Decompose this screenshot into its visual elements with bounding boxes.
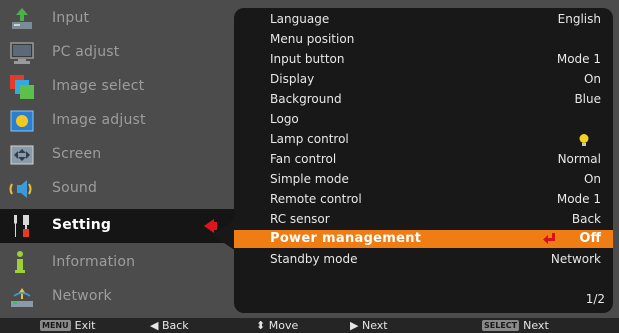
main-menu: Input PC adjust Image select Image adjus… (0, 0, 234, 320)
setting-row-standby-mode[interactable]: Standby mode Network (234, 250, 613, 270)
menu-item-label: Input (52, 10, 90, 26)
setting-label: Lamp control (270, 132, 349, 146)
hint-label: Back (161, 319, 189, 332)
setting-value: Mode 1 (556, 192, 601, 206)
screen-icon (10, 145, 34, 165)
menu-key-icon: MENU (40, 320, 71, 331)
panel-pointer (212, 219, 236, 251)
menu-item-image-select[interactable]: Image select (0, 70, 234, 104)
setting-row-remote-control[interactable]: Remote control Mode 1 (234, 190, 613, 210)
menu-item-input[interactable]: Input (0, 2, 234, 36)
setting-value: Normal (557, 152, 601, 166)
setting-row-power-management[interactable]: Power management Off (234, 230, 613, 248)
network-icon (11, 288, 33, 307)
setting-panel: Language English Menu position Input but… (234, 8, 613, 313)
hint-label: Move (268, 319, 299, 332)
hint-label: Next (523, 319, 549, 332)
menu-item-label: Sound (52, 180, 98, 196)
image-select-icon (10, 75, 34, 99)
setting-value: Back (571, 212, 601, 226)
enter-arrow-icon (543, 233, 555, 244)
menu-item-label: Screen (52, 146, 102, 162)
menu-item-setting[interactable]: Setting (0, 209, 234, 243)
hint-label: Exit (74, 319, 96, 332)
menu-item-label: Image select (52, 78, 145, 94)
setting-label: Standby mode (270, 252, 358, 266)
hint-exit: MENU Exit (40, 319, 95, 332)
setting-row-simple-mode[interactable]: Simple mode On (234, 170, 613, 190)
setting-label: Remote control (270, 192, 362, 206)
image-adjust-icon (10, 110, 34, 132)
setting-row-background[interactable]: Background Blue (234, 90, 613, 110)
setting-label: Background (270, 92, 342, 106)
setting-label: Input button (270, 52, 345, 66)
hint-move: ⬍ Move (256, 319, 298, 332)
setting-row-menu-position[interactable]: Menu position (234, 30, 613, 50)
select-key-icon: SELECT (482, 320, 520, 331)
setting-label: Language (270, 12, 330, 26)
hint-label: Next (361, 319, 388, 332)
setting-label: Fan control (270, 152, 337, 166)
setting-row-lamp-control[interactable]: Lamp control (234, 130, 613, 150)
setting-value: English (557, 12, 601, 26)
hint-back: ◀ Back (150, 319, 189, 332)
setting-value: Network (550, 252, 601, 266)
page-indicator: 1/2 (585, 292, 605, 306)
menu-item-label: PC adjust (52, 44, 120, 60)
menu-item-label: Setting (52, 217, 112, 233)
menu-item-label: Information (52, 254, 136, 270)
input-icon (12, 8, 32, 29)
up-down-arrow-icon: ⬍ (256, 319, 266, 332)
hint-select: SELECT Next (482, 319, 549, 332)
lamp-bulb-icon (579, 134, 589, 146)
setting-row-language[interactable]: Language English (234, 10, 613, 30)
information-icon (15, 251, 25, 273)
setting-row-rc-sensor[interactable]: RC sensor Back (234, 210, 613, 230)
pc-adjust-icon (10, 42, 34, 64)
left-arrow-icon: ◀ (150, 319, 159, 332)
menu-item-information[interactable]: Information (0, 246, 234, 280)
menu-item-screen[interactable]: Screen (0, 138, 234, 172)
menu-item-label: Network (52, 288, 112, 304)
setting-row-input-button[interactable]: Input button Mode 1 (234, 50, 613, 70)
setting-row-display[interactable]: Display On (234, 70, 613, 90)
setting-label: Power management (270, 231, 422, 246)
setting-row-logo[interactable]: Logo (234, 110, 613, 130)
right-arrow-icon: ▶ (350, 319, 359, 332)
setting-value: Off (579, 231, 601, 246)
setting-label: Menu position (270, 32, 355, 46)
setting-label: Logo (270, 112, 299, 126)
osd-menu: Input PC adjust Image select Image adjus… (0, 0, 619, 320)
sound-icon (9, 180, 32, 198)
setting-label: RC sensor (270, 212, 330, 226)
menu-item-image-adjust[interactable]: Image adjust (0, 104, 234, 138)
setting-label: Display (270, 72, 315, 86)
setting-value: On (583, 72, 601, 86)
setting-value: Blue (574, 92, 601, 106)
guide-bar: MENU Exit ◀ Back ⬍ Move ▶ Next SELECT Next (0, 318, 619, 333)
setting-icon (14, 215, 29, 237)
menu-item-label: Image adjust (52, 112, 146, 128)
menu-item-sound[interactable]: Sound (0, 172, 234, 206)
menu-item-pc-adjust[interactable]: PC adjust (0, 36, 234, 70)
setting-value: Mode 1 (556, 52, 601, 66)
setting-value: On (583, 172, 601, 186)
menu-item-network[interactable]: Network (0, 280, 234, 314)
setting-label: Simple mode (270, 172, 349, 186)
setting-row-fan-control[interactable]: Fan control Normal (234, 150, 613, 170)
hint-next: ▶ Next (350, 319, 388, 332)
